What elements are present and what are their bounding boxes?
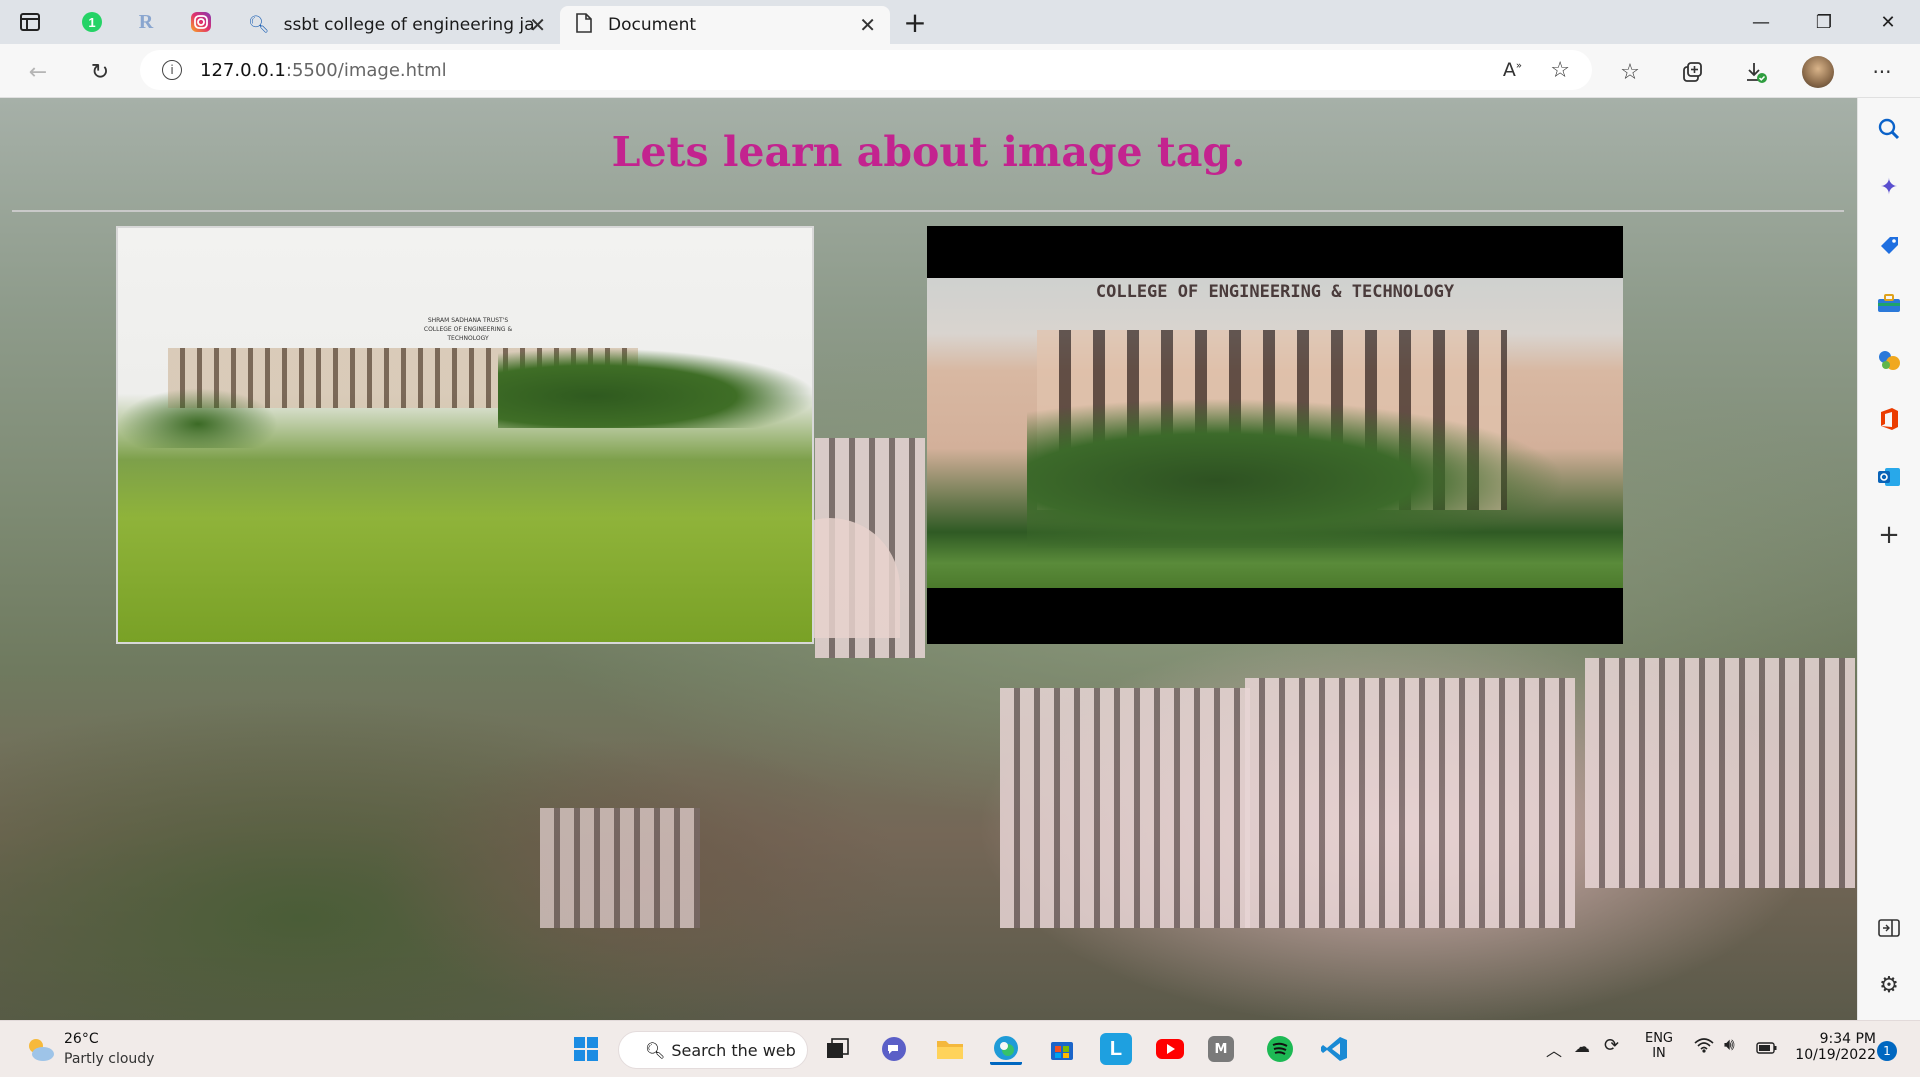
- read-aloud-icon[interactable]: A»: [1503, 59, 1522, 81]
- svg-text:1: 1: [88, 15, 95, 30]
- taskbar-search[interactable]: 🔍︎ Search the web: [618, 1031, 808, 1069]
- background-building: [1585, 658, 1855, 888]
- page-icon: [576, 12, 592, 38]
- refresh-icon[interactable]: ↻: [82, 54, 118, 90]
- tab-search[interactable]: 🔍︎ ssbt college of engineering jalga ✕: [236, 6, 554, 44]
- edge-icon[interactable]: [990, 1033, 1022, 1065]
- close-tab-icon[interactable]: ✕: [859, 13, 876, 37]
- split-screen-icon[interactable]: [1874, 913, 1904, 943]
- college-image-2: COLLEGE OF ENGINEERING & TECHNOLOGY: [927, 226, 1623, 644]
- copilot-icon[interactable]: ✦: [1874, 172, 1904, 202]
- m-app-icon[interactable]: M: [1208, 1036, 1234, 1062]
- downloads-icon[interactable]: [1738, 54, 1774, 90]
- horizontal-rule: [12, 210, 1844, 212]
- volume-icon[interactable]: 🔊︎: [1724, 1035, 1735, 1055]
- close-window-button[interactable]: ✕: [1868, 8, 1908, 36]
- clock-date: 10/19/2022: [1795, 1047, 1876, 1063]
- sign-line-2: COLLEGE OF ENGINEERING & TECHNOLOGY: [423, 326, 513, 342]
- office-icon[interactable]: [1874, 404, 1904, 434]
- page-title: Lets learn about image tag.: [611, 128, 1246, 176]
- avatar[interactable]: [1800, 54, 1836, 90]
- task-view-icon[interactable]: [822, 1033, 854, 1065]
- add-icon[interactable]: +: [1874, 520, 1904, 550]
- whatsapp-icon[interactable]: 1: [80, 10, 104, 34]
- college-photo: COLLEGE OF ENGINEERING & TECHNOLOGY: [927, 278, 1623, 588]
- info-icon[interactable]: i: [162, 60, 182, 80]
- youtube-icon[interactable]: [1154, 1033, 1186, 1065]
- r-icon[interactable]: R: [134, 10, 158, 34]
- trees: [1027, 398, 1567, 548]
- background-building: [1000, 688, 1250, 928]
- l-app-icon[interactable]: L: [1100, 1033, 1132, 1065]
- restore-button[interactable]: ❐: [1804, 8, 1844, 36]
- trees: [498, 348, 812, 428]
- background-building: [1245, 678, 1575, 928]
- close-tab-icon[interactable]: ✕: [529, 13, 546, 37]
- new-tab-icon[interactable]: +: [903, 6, 927, 39]
- onedrive-icon[interactable]: ☁: [1574, 1037, 1590, 1056]
- games-icon[interactable]: [1874, 346, 1904, 376]
- spotify-icon[interactable]: [1264, 1033, 1296, 1065]
- add-favorite-icon[interactable]: ☆: [1550, 58, 1570, 83]
- building-sign: SHRAM SADHANA TRUST'S COLLEGE OF ENGINEE…: [418, 316, 518, 343]
- page-viewport: Lets learn about image tag. SHRAM SADHAN…: [0, 98, 1857, 1020]
- college-image-1: SHRAM SADHANA TRUST'S COLLEGE OF ENGINEE…: [116, 226, 814, 644]
- tools-icon[interactable]: [1874, 288, 1904, 318]
- tab-title: ssbt college of engineering jalga: [283, 15, 534, 35]
- instagram-icon[interactable]: [189, 10, 213, 34]
- clock-time: 9:34 PM: [1819, 1031, 1876, 1047]
- notification-badge[interactable]: 1: [1877, 1041, 1897, 1061]
- search-icon[interactable]: [1874, 114, 1904, 144]
- wifi-icon[interactable]: [1694, 1037, 1714, 1057]
- weather-icon[interactable]: [24, 1035, 56, 1067]
- teams-chat-icon[interactable]: [878, 1033, 910, 1065]
- vscode-icon[interactable]: [1318, 1033, 1350, 1065]
- show-hidden-icons[interactable]: ︿: [1546, 1037, 1562, 1061]
- tab-strip: 1 R 🔍︎ ssbt college of engineering jalga…: [0, 0, 1920, 44]
- building-sign: COLLEGE OF ENGINEERING & TECHNOLOGY: [1095, 282, 1455, 302]
- tab-title: Document: [608, 15, 697, 35]
- start-icon[interactable]: [570, 1033, 602, 1065]
- clock[interactable]: 9:34 PM 10/19/2022: [1786, 1031, 1876, 1063]
- sign-line-1: SHRAM SADHANA TRUST'S: [427, 317, 509, 324]
- trees: [118, 388, 278, 448]
- battery-icon[interactable]: [1756, 1039, 1778, 1058]
- url-field[interactable]: i 127.0.0.1:5500/image.html A» ☆: [140, 50, 1592, 90]
- tab-actions-icon[interactable]: [18, 10, 42, 34]
- more-menu-icon[interactable]: ···: [1864, 54, 1900, 90]
- taskbar-search-label: Search the web: [671, 1040, 796, 1060]
- edge-sidebar: ✦ + ⚙: [1857, 98, 1920, 1020]
- tab-document[interactable]: Document ✕: [560, 6, 890, 44]
- sync-icon[interactable]: ⟳: [1604, 1035, 1619, 1056]
- language-code: ENG: [1644, 1031, 1673, 1046]
- search-tab-icon: 🔍︎: [248, 15, 270, 35]
- url-host: 127.0.0.1: [200, 59, 286, 81]
- store-icon[interactable]: [1046, 1033, 1078, 1065]
- region-code: IN: [1652, 1046, 1666, 1061]
- language-indicator[interactable]: ENG IN: [1642, 1031, 1676, 1061]
- address-bar: ← ↻ i 127.0.0.1:5500/image.html A» ☆ ☆ ·…: [0, 44, 1920, 98]
- collections-icon[interactable]: [1674, 54, 1710, 90]
- background-building: [540, 808, 700, 928]
- outlook-icon[interactable]: [1874, 462, 1904, 492]
- taskbar: 26°C Partly cloudy 🔍︎ Search the web L M…: [0, 1020, 1920, 1077]
- weather-desc[interactable]: Partly cloudy: [64, 1051, 154, 1067]
- file-explorer-icon[interactable]: [934, 1033, 966, 1065]
- search-icon: 🔍︎: [645, 1040, 666, 1060]
- weather-temp[interactable]: 26°C: [64, 1031, 99, 1047]
- favorites-icon[interactable]: ☆: [1612, 54, 1648, 90]
- settings-icon[interactable]: ⚙: [1874, 970, 1904, 1000]
- shopping-icon[interactable]: [1874, 230, 1904, 260]
- back-icon[interactable]: ←: [20, 54, 56, 90]
- minimize-button[interactable]: —: [1741, 8, 1781, 36]
- url-path: :5500/image.html: [285, 59, 447, 81]
